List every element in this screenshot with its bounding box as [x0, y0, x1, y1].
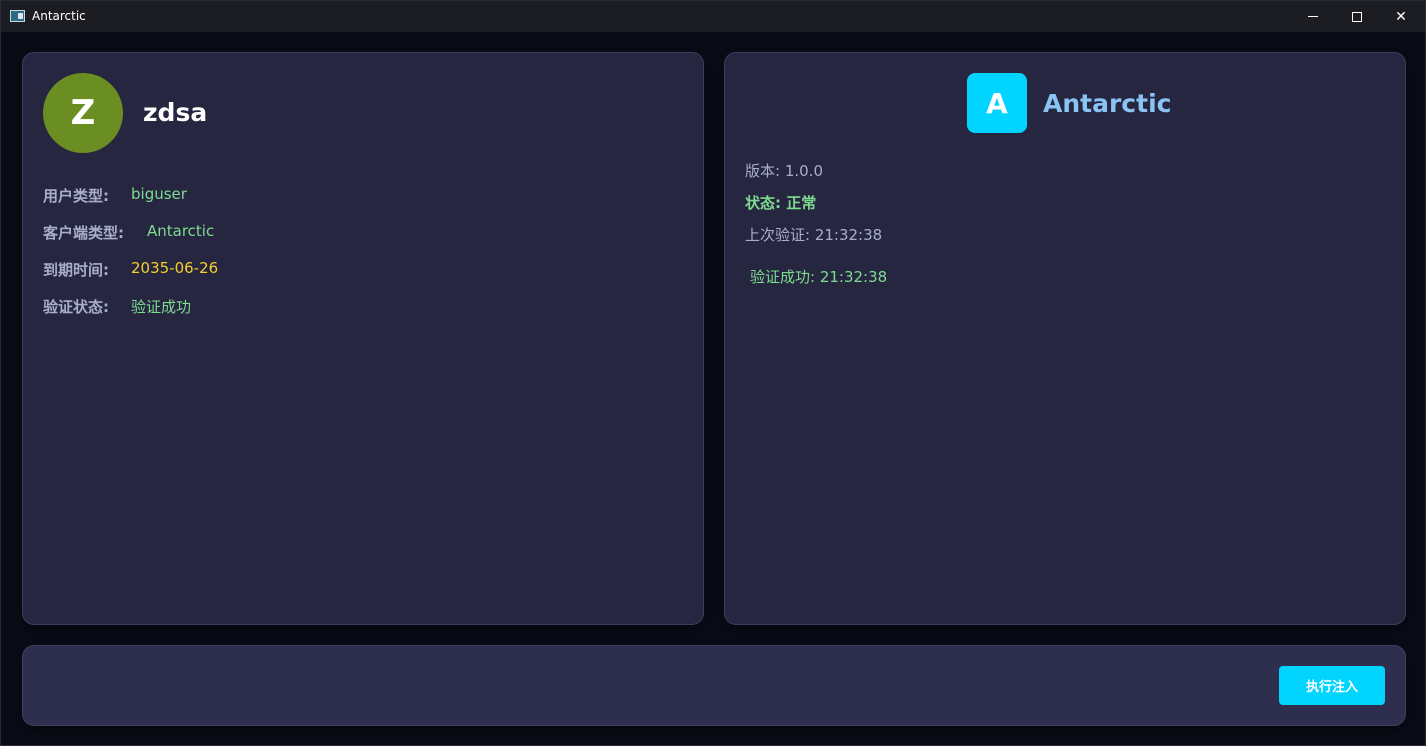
client-type-value: Antarctic	[147, 222, 215, 240]
action-bar: 执行注入	[22, 645, 1406, 726]
version-text: 版本: 1.0.0	[745, 162, 823, 180]
app-badge: A	[967, 73, 1027, 133]
app-window: Antarctic ✕ Z zdsa 用户类型: biguser 客户端类型: …	[0, 0, 1426, 746]
title-bar: Antarctic ✕	[1, 1, 1425, 32]
close-button[interactable]: ✕	[1379, 1, 1423, 32]
close-icon: ✕	[1395, 8, 1407, 25]
verify-status-value: 验证成功	[131, 298, 192, 316]
expiry-label: 到期时间:	[43, 261, 109, 279]
expiry-value: 2035-06-26	[131, 259, 219, 277]
app-window-icon	[10, 10, 25, 22]
client-type-label: 客户端类型:	[43, 224, 124, 242]
status-text: 状态: 正常	[745, 194, 817, 212]
client-type-row: 客户端类型: Antarctic	[43, 222, 214, 243]
maximize-icon	[1352, 11, 1362, 22]
last-verify-text: 上次验证: 21:32:38	[745, 226, 883, 244]
user-type-row: 用户类型: biguser	[43, 185, 187, 206]
inject-button[interactable]: 执行注入	[1279, 666, 1385, 705]
username: zdsa	[143, 98, 208, 127]
user-type-value: biguser	[131, 185, 187, 203]
app-name: Antarctic	[1043, 89, 1172, 118]
app-info-card: A Antarctic 版本: 1.0.0 状态: 正常 上次验证: 21:32…	[724, 52, 1406, 625]
maximize-button[interactable]	[1335, 1, 1379, 32]
user-type-label: 用户类型:	[43, 187, 109, 205]
minimize-button[interactable]	[1291, 1, 1335, 32]
expiry-row: 到期时间: 2035-06-26	[43, 259, 218, 280]
window-title: Antarctic	[32, 9, 86, 23]
verify-status-label: 验证状态:	[43, 298, 109, 316]
verify-result-text: 验证成功: 21:32:38	[750, 268, 888, 286]
user-info-card: Z zdsa 用户类型: biguser 客户端类型: Antarctic 到期…	[22, 52, 704, 625]
avatar: Z	[43, 73, 123, 153]
minimize-icon	[1308, 16, 1318, 17]
verify-status-row: 验证状态: 验证成功	[43, 296, 191, 317]
